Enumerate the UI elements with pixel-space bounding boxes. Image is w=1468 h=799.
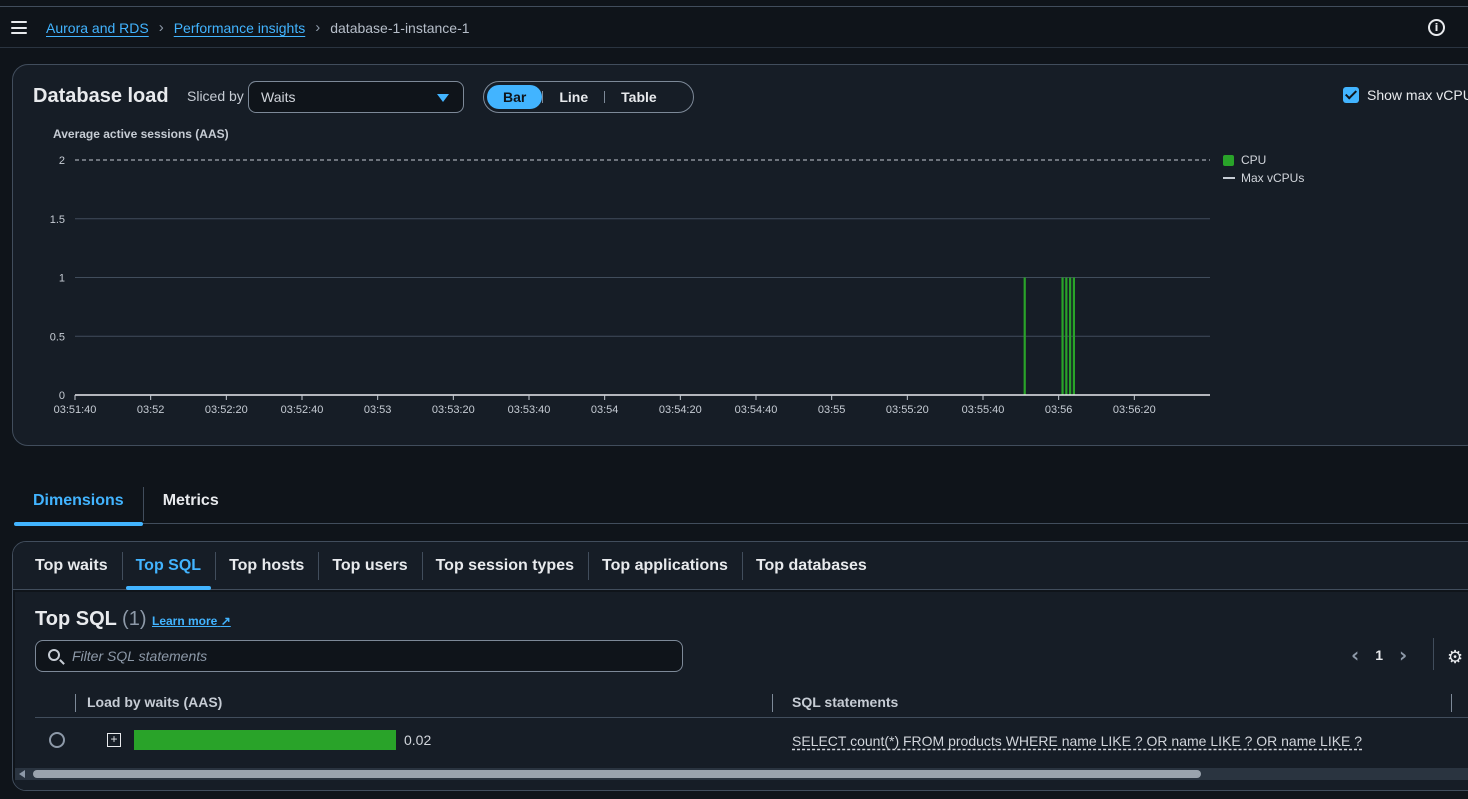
- checkbox-checked-icon[interactable]: [1343, 87, 1359, 103]
- x-tick-label: 03:54: [591, 404, 619, 416]
- y-tick-label: 0.5: [50, 331, 65, 343]
- legend-item-cpu[interactable]: CPU: [1223, 151, 1304, 169]
- y-tick-label: 1: [59, 273, 65, 285]
- search-icon: [48, 649, 60, 661]
- sql-filter-input[interactable]: [72, 641, 672, 671]
- x-tick-label: 03:55: [818, 404, 846, 416]
- y-tick-label: 1.5: [50, 214, 65, 226]
- tab-metrics[interactable]: Metrics: [142, 487, 238, 521]
- load-bar: [134, 730, 396, 750]
- chevron-right-icon: ›: [315, 19, 321, 36]
- tab-top-sql[interactable]: Top SQL: [121, 542, 215, 590]
- x-tick-label: 03:56: [1045, 404, 1073, 416]
- breadcrumb: Aurora and RDS › Performance insights › …: [46, 19, 470, 36]
- show-max-vcpu-toggle[interactable]: Show max vCPU: [1343, 87, 1468, 103]
- top-sql-heading: Top SQL: [35, 608, 117, 630]
- cpu-bar: [1069, 277, 1072, 395]
- top-sql-section: Top SQL (1) Learn more ↗ ‹ 1 › ⚙ Load by…: [15, 592, 1468, 790]
- cpu-bar: [1061, 277, 1064, 395]
- top-dimensions-card: Top waits Top SQL Top hosts Top users To…: [12, 541, 1468, 791]
- cpu-bar: [1065, 277, 1068, 395]
- expand-plus-icon[interactable]: +: [107, 733, 121, 747]
- top-sql-count: (1): [122, 608, 147, 630]
- show-max-vcpu-label: Show max vCPU: [1367, 87, 1468, 103]
- load-value: 0.02: [404, 732, 432, 748]
- x-tick-label: 03:54:40: [735, 404, 778, 416]
- chevron-right-icon: ›: [158, 19, 164, 36]
- legend-swatch-max-vcpus: [1223, 177, 1235, 179]
- x-tick-label: 03:53:40: [508, 404, 551, 416]
- x-tick-label: 03:54:20: [659, 404, 702, 416]
- info-icon[interactable]: i: [1428, 19, 1445, 36]
- database-load-chart: 0 0.5 1 1.5 2 03:51:40 03:52 03:52:20 03:52:40 03…: [50, 155, 1210, 416]
- scrollbar-thumb[interactable]: [33, 770, 1201, 778]
- column-header-sql[interactable]: SQL statements: [792, 686, 898, 718]
- horizontal-scrollbar[interactable]: [15, 768, 1468, 780]
- learn-more-link[interactable]: Learn more ↗: [152, 614, 231, 628]
- gear-icon[interactable]: ⚙: [1447, 647, 1463, 668]
- external-link-icon: ↗: [220, 614, 231, 628]
- tab-top-applications[interactable]: Top applications: [588, 542, 742, 590]
- cpu-bar: [1023, 277, 1026, 395]
- breadcrumb-current: database-1-instance-1: [330, 19, 470, 36]
- x-tick-label: 03:53:20: [432, 404, 475, 416]
- x-tick-label: 03:52: [137, 404, 165, 416]
- x-tick-label: 03:52:20: [205, 404, 248, 416]
- x-tick-label: 03:53: [364, 404, 392, 416]
- tab-top-hosts[interactable]: Top hosts: [215, 542, 318, 590]
- breadcrumb-performance-insights[interactable]: Performance insights: [174, 20, 306, 36]
- sub-tabs: Top waits Top SQL Top hosts Top users To…: [13, 542, 1468, 590]
- legend-swatch-cpu: [1223, 154, 1234, 166]
- chevron-right-icon[interactable]: ›: [1399, 645, 1407, 665]
- page-number[interactable]: 1: [1375, 647, 1383, 663]
- x-tick-label: 03:55:40: [962, 404, 1005, 416]
- dimension-tabs: Dimensions Metrics: [14, 484, 1468, 526]
- x-tick-label: 03:55:20: [886, 404, 929, 416]
- breadcrumb-aurora-rds[interactable]: Aurora and RDS: [46, 20, 149, 36]
- tab-top-session-types[interactable]: Top session types: [421, 542, 588, 590]
- sql-filter-field[interactable]: [35, 640, 683, 672]
- y-tick-label: 2: [59, 155, 65, 167]
- tab-top-databases[interactable]: Top databases: [741, 542, 881, 590]
- tab-top-users[interactable]: Top users: [318, 542, 421, 590]
- table-row[interactable]: + 0.02 SELECT count(*) FROM products WHE…: [35, 719, 1468, 763]
- legend-item-max-vcpus[interactable]: Max vCPUs: [1223, 169, 1304, 187]
- table-header: Load by waits (AAS) SQL statements: [35, 686, 1468, 718]
- column-resize-handle[interactable]: [1451, 694, 1452, 712]
- legend-label-max-vcpus: Max vCPUs: [1241, 171, 1305, 185]
- database-load-panel: Database load Sliced by Waits Bar Line T…: [12, 64, 1468, 446]
- pagination: ‹ 1 ›: [1351, 645, 1407, 665]
- chevron-left-icon[interactable]: ‹: [1351, 645, 1359, 665]
- row-select-radio[interactable]: [49, 732, 65, 748]
- tab-top-waits[interactable]: Top waits: [21, 542, 122, 590]
- x-tick-label: 03:51:40: [54, 404, 97, 416]
- y-tick-label: 0: [59, 390, 65, 402]
- column-resize-handle[interactable]: [772, 694, 773, 712]
- hamburger-menu-icon[interactable]: [11, 21, 27, 34]
- top-navigation-bar: Aurora and RDS › Performance insights › …: [0, 6, 1468, 48]
- tab-dimensions[interactable]: Dimensions: [14, 484, 143, 526]
- chart-legend: CPU Max vCPUs: [1223, 151, 1304, 187]
- sql-statement-link[interactable]: SELECT count(*) FROM products WHERE name…: [792, 733, 1362, 749]
- scroll-left-arrow-icon[interactable]: [19, 770, 25, 778]
- cpu-bar: [1072, 277, 1075, 395]
- x-tick-label: 03:56:20: [1113, 404, 1156, 416]
- column-divider: [75, 694, 76, 712]
- column-header-load[interactable]: Load by waits (AAS): [87, 686, 222, 718]
- x-tick-label: 03:52:40: [281, 404, 324, 416]
- top-sql-title: Top SQL (1): [35, 608, 147, 631]
- legend-label-cpu: CPU: [1241, 153, 1267, 167]
